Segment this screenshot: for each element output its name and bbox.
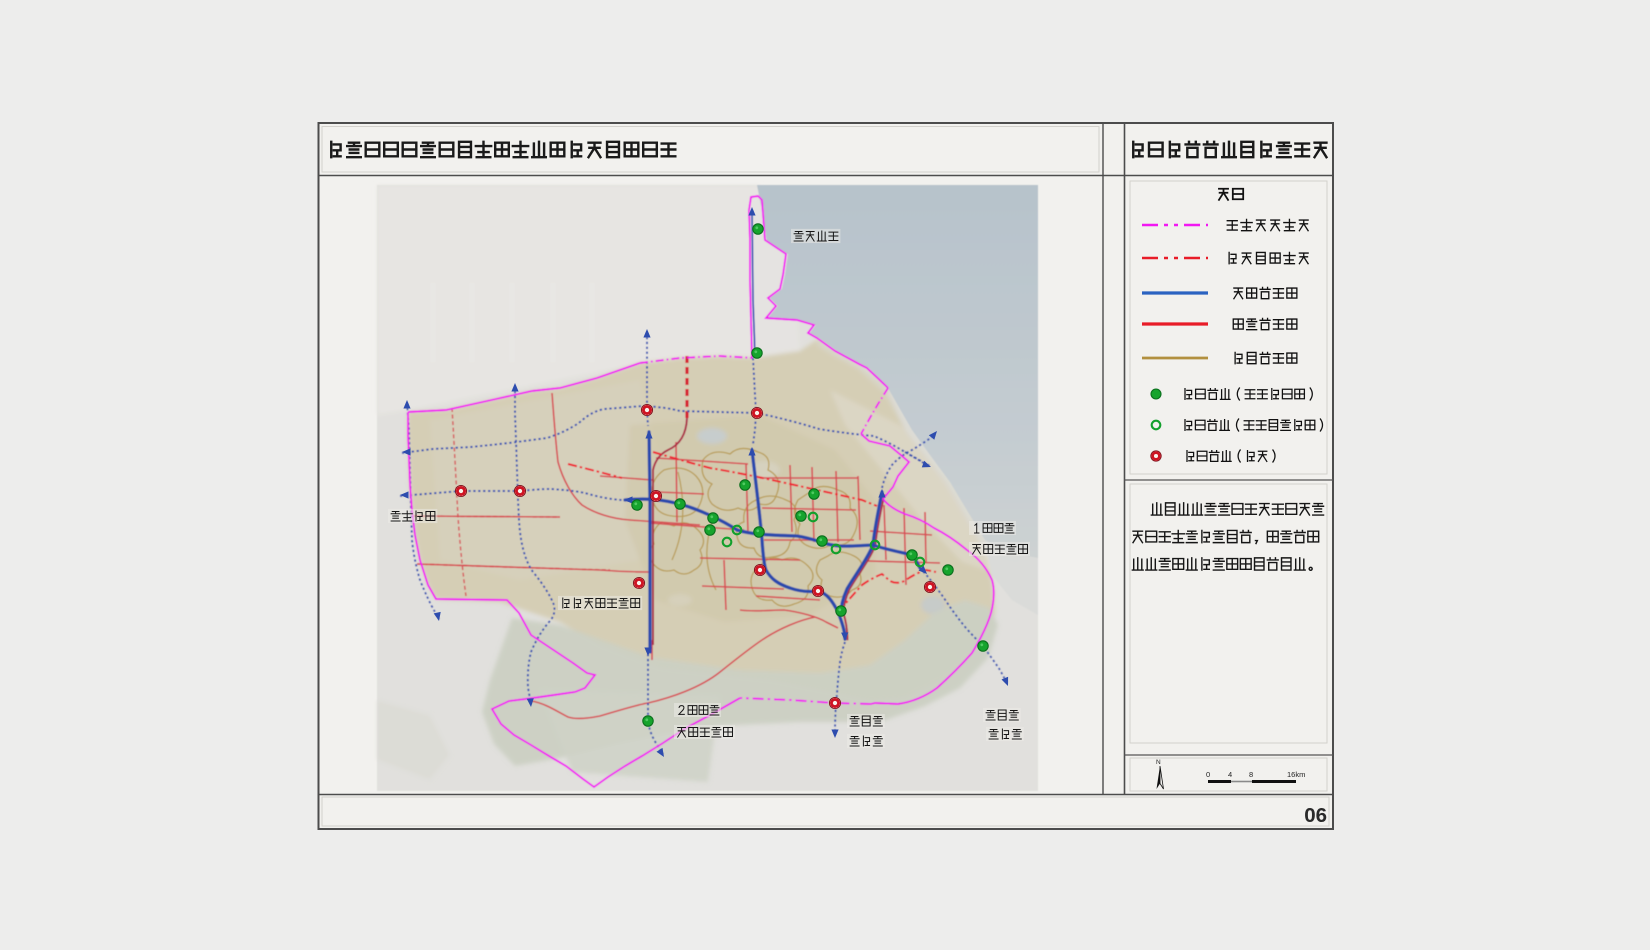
svg-text:16km: 16km <box>1287 770 1305 779</box>
svg-text:0: 0 <box>1206 770 1210 779</box>
svg-text:N: N <box>1156 759 1161 766</box>
svg-text:06: 06 <box>1304 804 1327 827</box>
svg-text:8: 8 <box>1249 770 1253 779</box>
svg-text:4: 4 <box>1228 770 1232 779</box>
